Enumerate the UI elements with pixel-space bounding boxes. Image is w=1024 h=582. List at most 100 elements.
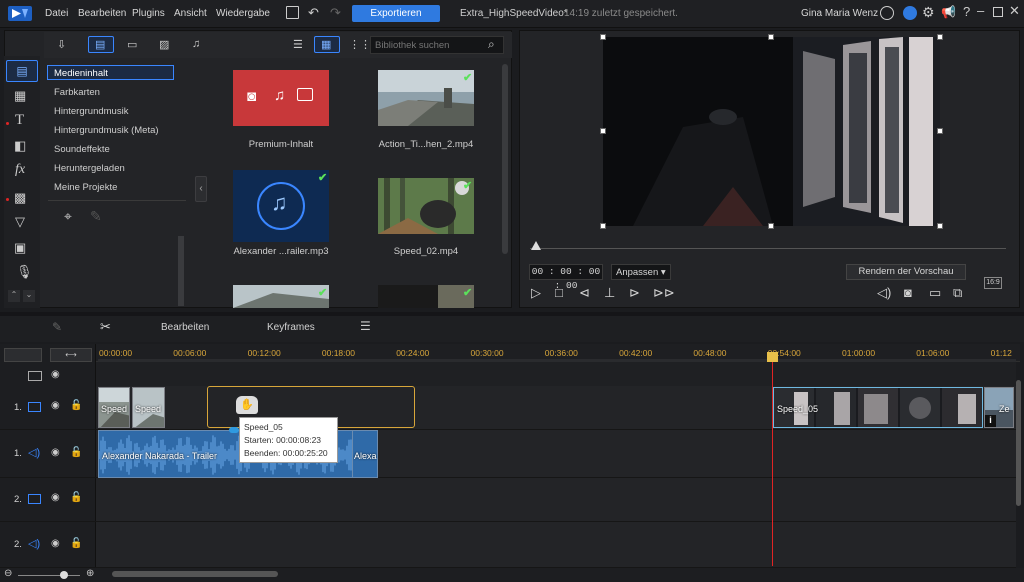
filter-video-button[interactable]: ▭ [120,36,146,53]
timeline-menu-icon[interactable]: ☰ [360,319,371,333]
playhead-handle[interactable] [767,352,778,362]
resize-handle[interactable] [600,223,606,229]
timeline-h-scrollbar[interactable] [112,571,278,577]
fit-dropdown[interactable]: Anpassen ▾ [611,264,671,280]
audio-track-icon[interactable]: ◁) [28,446,40,459]
audio-track-2[interactable] [96,522,1016,568]
category-sound-effects[interactable]: Soundeffekte [54,144,110,155]
zoom-out-icon[interactable]: ⊖ [4,568,12,579]
grid-view-button[interactable]: ▦ [314,36,340,53]
playhead[interactable] [772,352,773,566]
all-tracks-icon[interactable] [28,371,42,381]
lock-icon[interactable]: 🔓 [70,538,82,549]
resize-handle[interactable] [600,34,606,40]
transition-room-icon[interactable]: ◧ [14,138,26,154]
zoom-in-icon[interactable]: ⊕ [86,568,94,579]
pip-room-icon[interactable]: ▩ [14,190,26,206]
menu-playback[interactable]: Wiedergabe [216,8,270,19]
category-my-projects[interactable]: Meine Projekte [54,182,117,193]
redo-icon[interactable]: ↷ [330,5,341,21]
preview-seek-bar[interactable] [530,248,1006,249]
timeline-v-scrollbar[interactable] [1016,380,1021,506]
split-icon[interactable]: ⊥ [604,285,615,301]
menu-view[interactable]: Ansicht [174,8,207,19]
resize-handle[interactable] [600,128,606,134]
category-downloaded[interactable]: Heruntergeladen [54,163,125,174]
save-icon[interactable] [286,6,299,19]
menu-plugins[interactable]: Plugins [132,8,165,19]
resize-handle[interactable] [937,128,943,134]
volume-icon[interactable]: ◁) [877,285,891,301]
timecode-display[interactable]: 00 : 00 : 00 : 00 [529,264,603,291]
notification-icon[interactable] [903,6,917,20]
track-view-button[interactable] [4,348,42,362]
preview-canvas[interactable] [603,37,940,226]
aspect-ratio-button[interactable]: 16:9 [984,277,1002,289]
list-view-button[interactable]: ☰ [286,36,312,53]
media-scrollbar[interactable] [502,64,508,254]
video-clip[interactable]: Speed [98,387,130,428]
lock-icon[interactable]: 🔓 [70,492,82,503]
seek-handle-icon[interactable] [531,241,541,250]
undock-icon[interactable]: ⧉ [953,285,962,301]
video-track-icon[interactable] [28,494,41,504]
collapse-up-icon[interactable]: ⌃ [8,290,20,302]
maximize-icon[interactable] [993,7,1003,17]
filter-media-button[interactable]: ▤ [88,36,114,53]
filter-image-button[interactable]: ▨ [152,36,178,53]
scissors-icon[interactable]: ✂ [100,319,111,335]
audio-track-icon[interactable]: ◁) [28,537,40,550]
eye-icon[interactable]: ◉ [51,492,60,503]
search-icon[interactable]: ⌕ [488,37,495,52]
category-media[interactable]: Medieninhalt [47,65,174,80]
fit-timeline-button[interactable]: ⟷ [50,348,92,362]
fast-forward-icon[interactable]: ⊳⊳ [653,285,675,301]
media-thumb-5[interactable] [233,285,329,308]
zoom-slider[interactable] [18,575,80,576]
eye-icon[interactable]: ◉ [51,447,60,458]
video-clip[interactable]: Speed [132,387,165,428]
media-thumb-audio[interactable]: ♫ [233,170,329,242]
stop-icon[interactable]: □ [555,285,563,300]
zoom-slider-knob[interactable] [60,571,68,579]
next-frame-icon[interactable]: ⊳ [629,285,640,301]
subtitle-icon[interactable]: ▭ [929,285,941,301]
filter-audio-button[interactable]: ♫ [184,36,210,53]
voice-room-icon[interactable]: 🎙 [16,264,33,280]
previous-frame-icon[interactable]: ⊲ [579,285,590,301]
premium-content-thumb[interactable]: ◙ ♫ [233,70,329,126]
library-search-input[interactable] [370,36,504,54]
menu-file[interactable]: Datei [45,8,68,19]
eye-icon[interactable]: ◉ [51,538,60,549]
minimize-icon[interactable]: – [977,3,984,18]
title-room-icon[interactable]: T [15,112,24,129]
snapshot-icon[interactable]: ◙ [904,285,912,300]
render-preview-button[interactable]: Rendern der Vorschau [846,264,966,280]
resize-handle[interactable] [768,34,774,40]
media-thumb-6[interactable] [378,285,474,308]
category-color-boards[interactable]: Farbkarten [54,87,100,98]
particle-room-icon[interactable]: ▽ [15,214,25,230]
gear-icon[interactable]: ⚙ [922,4,935,21]
help-icon[interactable]: ? [963,4,970,19]
add-tag-icon[interactable]: ⌖ [64,208,72,225]
menu-edit[interactable]: Bearbeiten [78,8,126,19]
category-bg-music-meta[interactable]: Hintergrundmusik (Meta) [54,125,159,136]
media-thumb-speed02[interactable] [378,178,474,234]
video-track-2[interactable] [96,478,1016,522]
resize-handle[interactable] [937,34,943,40]
collapse-down-icon[interactable]: ⌄ [23,290,35,302]
audio-clip[interactable]: Alexa [352,430,378,478]
close-icon[interactable]: ✕ [1009,3,1020,19]
media-thumb-action[interactable] [378,70,474,126]
video-room-icon[interactable]: ▦ [14,88,26,104]
subtitle-room-icon[interactable]: ▣ [14,240,26,256]
resize-handle[interactable] [937,223,943,229]
avatar-icon[interactable] [880,6,894,20]
undo-icon[interactable]: ↶ [308,5,319,21]
video-track-icon[interactable] [28,402,41,412]
eye-icon[interactable]: ◉ [51,369,60,380]
import-media-icon[interactable]: ⇩ [50,36,76,53]
keyframes-button[interactable]: Keyframes [267,322,315,333]
category-bg-music[interactable]: Hintergrundmusik [54,106,128,117]
